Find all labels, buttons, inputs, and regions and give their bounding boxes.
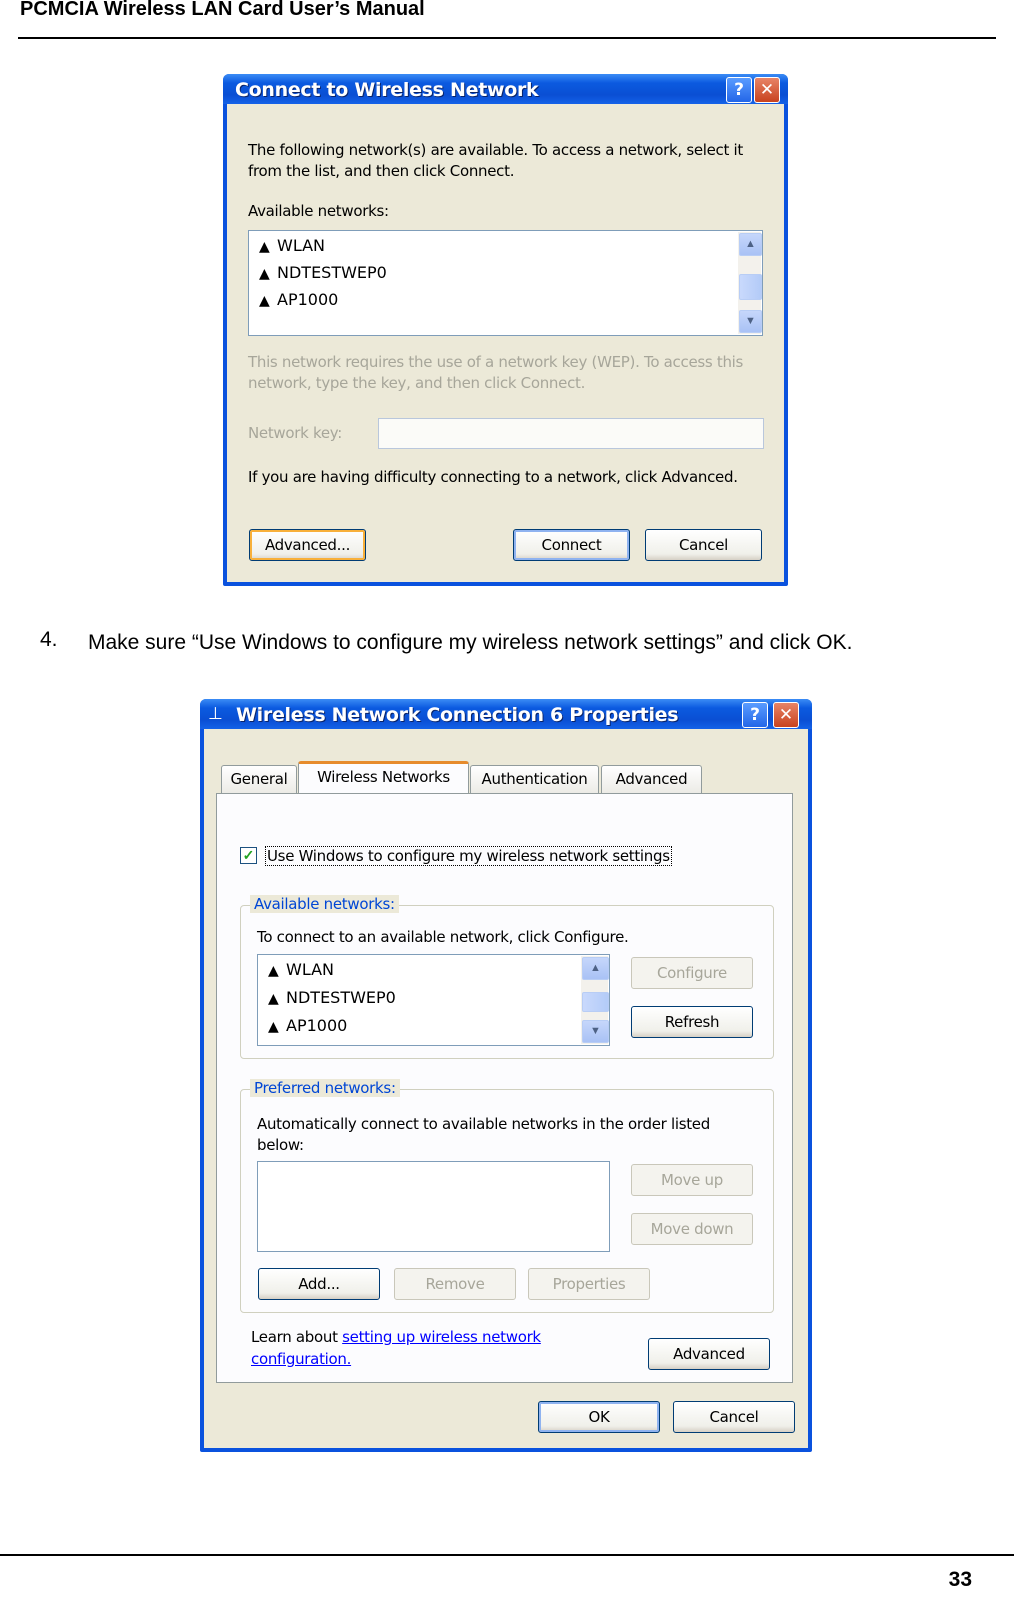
properties-button[interactable]: Properties (528, 1268, 650, 1300)
scroll-down-arrow-icon[interactable]: ▼ (582, 1020, 609, 1043)
antenna-icon: ▲ (268, 991, 279, 1007)
document-header-title: PCMCIA Wireless LAN Card User’s Manual (20, 0, 425, 20)
close-button[interactable]: ✕ (773, 702, 799, 728)
antenna-icon: ▲ (259, 293, 270, 309)
connect-button[interactable]: Connect (513, 529, 630, 561)
available-networks-label: Available networks: (248, 202, 389, 220)
available-networks-list[interactable]: ▲ WLAN ▲ NDTESTWEP0 ▲ AP1000 ▲ ▼ (248, 230, 763, 336)
list-scrollbar[interactable]: ▲ ▼ (581, 956, 609, 1044)
network-list-item[interactable]: ▲ WLAN (259, 236, 325, 258)
network-connection-icon: ⊥ (208, 704, 223, 724)
tab-general[interactable]: General (221, 765, 297, 793)
antenna-icon: ▲ (268, 963, 279, 979)
network-list-item[interactable]: ▲ AP1000 (259, 290, 338, 312)
preferred-networks-instruction: Automatically connect to available netwo… (257, 1115, 710, 1154)
properties-dialog-client: General Wireless Networks Authentication… (204, 729, 808, 1448)
connect-dialog: Connect to Wireless Network ? ✕ The foll… (223, 74, 788, 586)
connect-dialog-client: The following network(s) are available. … (227, 104, 784, 582)
antenna-icon: ▲ (259, 239, 270, 255)
connect-dialog-titlebar: Connect to Wireless Network ? ✕ (223, 74, 788, 104)
scroll-up-arrow-icon[interactable]: ▲ (582, 957, 609, 980)
step-number: 4. (40, 628, 58, 651)
tab-strip: General Wireless Networks Authentication… (218, 761, 798, 795)
add-button[interactable]: Add... (258, 1268, 380, 1300)
close-button[interactable]: ✕ (754, 77, 780, 103)
network-list-item[interactable]: ▲ NDTESTWEP0 (259, 263, 387, 285)
refresh-button[interactable]: Refresh (631, 1006, 753, 1038)
help-button[interactable]: ? (742, 702, 768, 728)
network-list-item[interactable]: ▲ NDTESTWEP0 (268, 988, 396, 1010)
tab-page: ✓ Use Windows to configure my wireless n… (216, 793, 793, 1383)
tab-wireless-networks[interactable]: Wireless Networks (298, 761, 469, 793)
properties-dialog-titlebar: ⊥ Wireless Network Connection 6 Properti… (200, 699, 812, 729)
connect-intro-text: The following network(s) are available. … (248, 141, 744, 180)
network-key-label: Network key: (248, 424, 343, 442)
advanced-button[interactable]: Advanced... (249, 529, 366, 561)
network-key-input[interactable] (378, 418, 764, 449)
difficulty-text: If you are having difficulty connecting … (248, 468, 738, 486)
scroll-thumb[interactable] (739, 274, 762, 300)
tab-authentication[interactable]: Authentication (470, 765, 599, 793)
configure-button[interactable]: Configure (631, 957, 753, 989)
scroll-thumb[interactable] (582, 992, 609, 1012)
learn-about-text: Learn about setting up wireless network … (251, 1326, 581, 1370)
wep-note: This network requires the use of a netwo… (248, 353, 744, 392)
footer-rule (0, 1554, 1014, 1556)
page-number: 33 (948, 1568, 972, 1591)
properties-dialog: ⊥ Wireless Network Connection 6 Properti… (200, 699, 812, 1452)
use-windows-checkbox[interactable]: ✓ (240, 847, 257, 864)
preferred-networks-list[interactable] (257, 1161, 610, 1252)
preferred-networks-group-title: Preferred networks: (250, 1079, 400, 1097)
antenna-icon: ▲ (268, 1019, 279, 1035)
header-rule (18, 37, 996, 39)
move-down-button[interactable]: Move down (631, 1213, 753, 1245)
help-button[interactable]: ? (726, 77, 752, 103)
checkmark-icon: ✓ (242, 847, 255, 863)
tab-advanced[interactable]: Advanced (601, 765, 702, 793)
remove-button[interactable]: Remove (394, 1268, 516, 1300)
advanced-button[interactable]: Advanced (648, 1338, 770, 1370)
learn-about-label: Learn about (251, 1328, 338, 1346)
connect-dialog-title: Connect to Wireless Network (235, 79, 539, 101)
cancel-button[interactable]: Cancel (673, 1401, 795, 1433)
cancel-button[interactable]: Cancel (645, 529, 762, 561)
use-windows-checkbox-label[interactable]: Use Windows to configure my wireless net… (265, 846, 672, 866)
available-networks-list[interactable]: ▲ WLAN ▲ NDTESTWEP0 ▲ AP1000 ▲ ▼ (257, 954, 610, 1046)
move-up-button[interactable]: Move up (631, 1164, 753, 1196)
ok-button[interactable]: OK (538, 1401, 660, 1433)
network-list-item[interactable]: ▲ AP1000 (268, 1016, 347, 1038)
available-networks-instruction: To connect to an available network, clic… (257, 928, 629, 946)
available-networks-group-title: Available networks: (250, 895, 399, 913)
properties-dialog-title: Wireless Network Connection 6 Properties (236, 704, 679, 726)
list-scrollbar[interactable]: ▲ ▼ (738, 232, 762, 334)
network-list-item[interactable]: ▲ WLAN (268, 960, 334, 982)
antenna-icon: ▲ (259, 266, 270, 282)
scroll-up-arrow-icon[interactable]: ▲ (739, 233, 762, 256)
step-instruction: Make sure “Use Windows to configure my w… (88, 631, 853, 654)
scroll-down-arrow-icon[interactable]: ▼ (739, 310, 762, 333)
